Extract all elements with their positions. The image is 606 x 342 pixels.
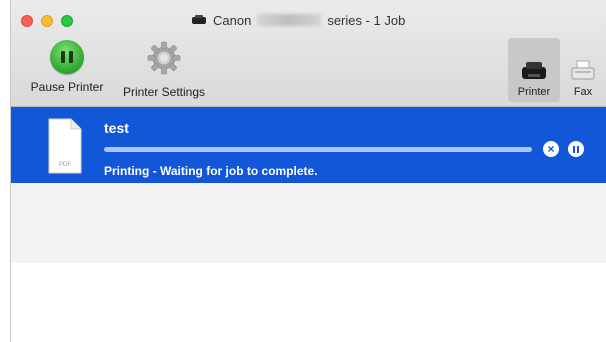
- window-title-suffix: series - 1 Job: [327, 12, 406, 28]
- job-progress-bar: [104, 147, 532, 152]
- tab-fax[interactable]: Fax: [562, 38, 604, 102]
- printer-icon: [519, 59, 549, 86]
- job-status: Printing - Waiting for job to complete.: [104, 164, 318, 178]
- tab-printer[interactable]: Printer: [508, 38, 560, 102]
- zoom-window-button[interactable]: [61, 15, 73, 27]
- hold-job-button[interactable]: [568, 141, 584, 157]
- cancel-job-button[interactable]: ×: [543, 141, 559, 157]
- gear-icon: [146, 40, 182, 79]
- tab-printer-label: Printer: [517, 86, 551, 98]
- file-type-label: PDF: [59, 162, 71, 168]
- printer-settings-button[interactable]: Printer Settings: [113, 40, 215, 99]
- job-list: PDF test Printing - Waiting for job to c…: [11, 107, 606, 342]
- window-title: Canon series - 1 Job: [191, 10, 405, 30]
- toolbar: Canon series - 1 Job Pause Printer Print…: [11, 0, 606, 107]
- list-item: [11, 183, 606, 263]
- minimize-window-button[interactable]: [41, 15, 53, 27]
- pause-printer-label: Pause Printer: [30, 80, 104, 94]
- tab-fax-label: Fax: [573, 86, 593, 98]
- job-progress-fill: [104, 147, 532, 152]
- pause-icon: [50, 40, 84, 74]
- redacted-model-name: [257, 14, 322, 26]
- print-queue-window: Canon series - 1 Job Pause Printer Print…: [10, 0, 606, 342]
- window-title-prefix: Canon: [213, 12, 252, 28]
- close-window-button[interactable]: [21, 15, 33, 27]
- job-name: test: [104, 120, 129, 136]
- fax-icon: [569, 59, 597, 86]
- pause-icon: [573, 145, 579, 153]
- pause-printer-button[interactable]: Pause Printer: [19, 40, 115, 94]
- job-row[interactable]: PDF test Printing - Waiting for job to c…: [11, 107, 606, 183]
- printer-fax-switch: Printer Fax: [508, 38, 604, 104]
- list-item: [11, 263, 606, 342]
- printer-settings-label: Printer Settings: [122, 85, 206, 99]
- printer-icon: [191, 13, 207, 28]
- close-icon: ×: [547, 142, 555, 156]
